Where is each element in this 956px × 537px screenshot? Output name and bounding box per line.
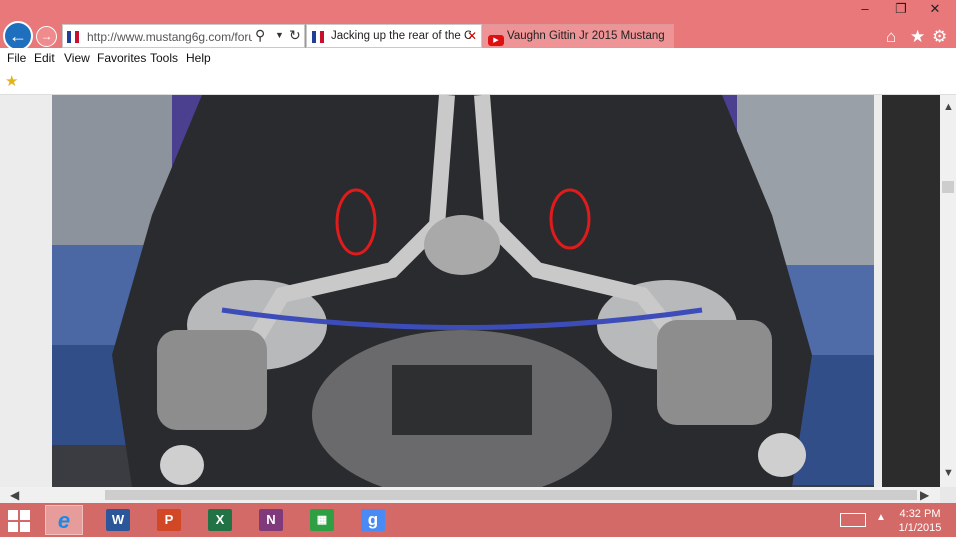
youtube-icon: ▶ xyxy=(488,31,504,46)
menu-file[interactable]: File xyxy=(7,51,26,65)
scroll-right-icon[interactable]: ▶ xyxy=(920,488,929,502)
page-side-panel xyxy=(882,95,940,487)
chevron-down-icon[interactable]: ▼ xyxy=(275,30,284,40)
menu-help[interactable]: Help xyxy=(186,51,211,65)
scroll-up-icon[interactable]: ▲ xyxy=(943,101,954,113)
menu-bar: File Edit View Favorites Tools Help xyxy=(0,48,956,68)
site-flag-icon xyxy=(312,31,324,46)
vertical-scrollbar[interactable]: ▲ ▼ xyxy=(940,95,956,487)
onenote-icon: N xyxy=(259,509,283,531)
forward-button[interactable]: → xyxy=(36,26,57,47)
scroll-left-icon[interactable]: ◀ xyxy=(10,488,19,502)
vertical-scroll-thumb[interactable] xyxy=(942,181,954,193)
menu-tools[interactable]: Tools xyxy=(150,51,178,65)
add-favorite-icon[interactable]: ★ xyxy=(5,72,18,90)
taskbar-store[interactable]: ▦ xyxy=(303,505,341,535)
address-url[interactable]: http://www.mustang6g.com/forums/ xyxy=(87,30,252,44)
internet-explorer-icon: e xyxy=(57,508,71,533)
taskbar: e W P X N ▦ g ▲ 4:32 PM 1/1/2015 xyxy=(0,503,956,537)
store-icon: ▦ xyxy=(310,509,334,531)
tray-expand-icon[interactable]: ▲ xyxy=(876,512,886,523)
refresh-icon[interactable]: ↻ xyxy=(289,27,301,44)
taskbar-google[interactable]: g xyxy=(354,505,392,535)
star-icon[interactable]: ★ xyxy=(910,27,925,47)
word-icon: W xyxy=(106,509,130,531)
clock[interactable]: 4:32 PM 1/1/2015 xyxy=(890,507,950,535)
minimize-button[interactable]: – xyxy=(852,0,878,18)
close-tab-icon[interactable]: ✕ xyxy=(467,29,477,43)
photo-illustration xyxy=(52,95,874,487)
search-icon[interactable]: ⚲ xyxy=(255,27,265,44)
powerpoint-icon: P xyxy=(157,509,181,531)
tab-jacking-up[interactable]: Jacking up the rear of the C... ✕ xyxy=(306,24,482,48)
back-button[interactable]: ← xyxy=(3,21,33,51)
mustang-underside-photo xyxy=(52,95,874,487)
menu-favorites[interactable]: Favorites xyxy=(97,51,146,65)
keyboard-icon[interactable] xyxy=(840,513,866,527)
menu-view[interactable]: View xyxy=(64,51,90,65)
address-bar[interactable]: http://www.mustang6g.com/forums/ ⚲ ▼ ↻ xyxy=(62,24,305,48)
horizontal-scroll-thumb[interactable] xyxy=(105,490,917,500)
clock-time: 4:32 PM xyxy=(899,508,941,520)
page-content xyxy=(0,95,940,487)
google-icon: g xyxy=(361,509,385,531)
excel-icon: X xyxy=(208,509,232,531)
home-icon[interactable]: ⌂ xyxy=(886,27,896,47)
horizontal-scrollbar[interactable]: ◀ ▶ xyxy=(0,487,940,503)
taskbar-onenote[interactable]: N xyxy=(252,505,290,535)
scroll-down-icon[interactable]: ▼ xyxy=(943,467,954,479)
tab-label: Vaughn Gittin Jr 2015 Mustang ... xyxy=(507,30,667,42)
taskbar-internet-explorer[interactable]: e xyxy=(45,505,83,535)
restore-button[interactable]: ❐ xyxy=(888,0,914,18)
taskbar-word[interactable]: W xyxy=(99,505,137,535)
browser-titlebar: – ❐ ✕ ← → http://www.mustang6g.com/forum… xyxy=(0,0,956,51)
tab-vaughn-gittin[interactable]: ▶ Vaughn Gittin Jr 2015 Mustang ... xyxy=(482,24,674,48)
favorites-bar: ★ xyxy=(0,68,956,95)
start-button[interactable] xyxy=(8,510,30,532)
gear-icon[interactable]: ⚙ xyxy=(932,27,947,47)
taskbar-powerpoint[interactable]: P xyxy=(150,505,188,535)
clock-date: 1/1/2015 xyxy=(898,522,942,534)
close-window-button[interactable]: ✕ xyxy=(922,0,948,18)
tab-label: Jacking up the rear of the C... xyxy=(331,30,471,42)
menu-edit[interactable]: Edit xyxy=(34,51,55,65)
site-flag-icon xyxy=(67,31,81,43)
taskbar-excel[interactable]: X xyxy=(201,505,239,535)
